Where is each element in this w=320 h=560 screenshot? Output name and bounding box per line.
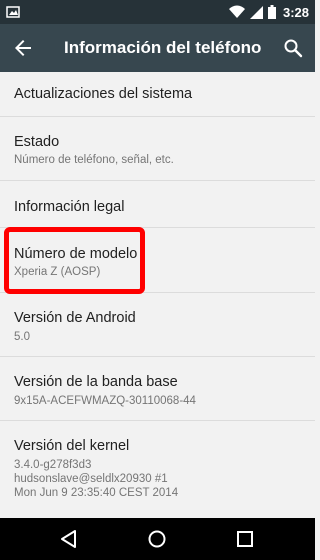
list-item-summary-line: 3.4.0-g278f3d3 xyxy=(14,459,92,471)
nav-recents-icon[interactable] xyxy=(235,529,255,549)
list-item-title: Información legal xyxy=(14,199,125,215)
back-arrow-icon[interactable] xyxy=(11,36,35,60)
page-title: Información del teléfono xyxy=(64,38,262,57)
navigation-bar xyxy=(0,518,315,560)
wifi-icon xyxy=(228,5,245,18)
list-item-android-version[interactable]: Versión de Android 5.0 xyxy=(0,293,315,357)
status-bar: 3:28 xyxy=(0,0,315,24)
list-item-summary: 5.0 xyxy=(14,331,30,343)
list-item-baseband-version[interactable]: Versión de la banda base 9x15A-ACEFWMAZQ… xyxy=(0,357,315,421)
list-item-title: Actualizaciones del sistema xyxy=(14,86,193,102)
list-item-summary: Número de teléfono, señal, etc. xyxy=(14,154,174,166)
list-item-title: Estado xyxy=(14,134,60,150)
list-item-title: Versión de la banda base xyxy=(14,374,178,390)
list-item-summary: 9x15A-ACEFWMAZQ-30110068-44 xyxy=(14,395,196,407)
nav-back-icon[interactable] xyxy=(59,529,79,549)
app-toolbar: Información del teléfono xyxy=(0,24,315,72)
list-item-system-updates[interactable]: Actualizaciones del sistema xyxy=(0,72,315,117)
list-item-summary-line: hudsonslave@seldlx20930 #1 xyxy=(14,473,168,485)
nav-home-icon[interactable] xyxy=(147,529,167,549)
status-time: 3:28 xyxy=(282,4,309,20)
list-item-status[interactable]: Estado Número de teléfono, señal, etc. xyxy=(0,117,315,181)
cell-signal-icon xyxy=(249,5,263,19)
battery-icon xyxy=(267,5,276,19)
search-icon[interactable] xyxy=(281,36,305,60)
notification-image-icon xyxy=(6,6,20,18)
highlight-annotation-box xyxy=(4,227,145,294)
list-item-legal-info[interactable]: Información legal xyxy=(0,181,315,228)
list-item-title: Versión del kernel xyxy=(14,438,130,454)
list-item-kernel-version[interactable]: Versión del kernel 3.4.0-g278f3d3 hudson… xyxy=(0,421,315,518)
list-item-summary-line: Mon Jun 9 23:35:40 CEST 2014 xyxy=(14,487,179,499)
list-item-title: Versión de Android xyxy=(14,310,136,326)
